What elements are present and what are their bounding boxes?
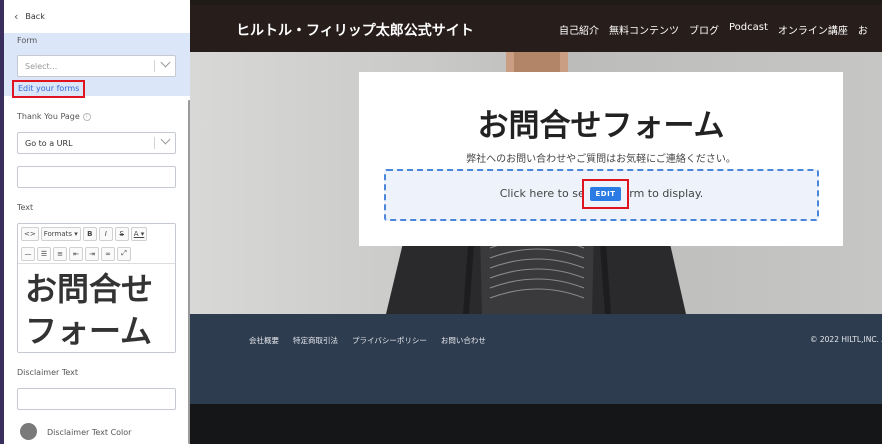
thank-you-page-select[interactable]: Go to a URL <box>17 132 176 154</box>
editor-panel: ‹ Back Form Select... Edit your forms Th… <box>0 0 190 444</box>
formats-label: Formats <box>43 230 73 238</box>
thank-you-page-label: Thank You Page i <box>17 112 91 121</box>
select-divider <box>154 60 155 72</box>
chevron-down-icon <box>160 57 171 68</box>
contact-title: お問合せフォーム <box>477 108 725 144</box>
site-header: ヒルトル・フィリップ太郎公式サイト 自己紹介 無料コンテンツ ブログ Podca… <box>190 5 882 52</box>
menu-item-about[interactable]: 自己紹介 <box>559 22 599 37</box>
url-input[interactable] <box>17 166 176 188</box>
editor-toolbar-row-2: — ☰ ≡ ⇤ ⇥ ∞ ⤢ <box>18 244 175 264</box>
form-select-placeholder: Select... <box>25 61 58 71</box>
menu-item-free-content[interactable]: 無料コンテンツ <box>609 22 679 37</box>
disclaimer-color-swatch[interactable] <box>20 423 37 440</box>
bullet-list-icon[interactable]: ☰ <box>37 246 51 261</box>
rich-text-editor[interactable]: <> Formats ▾ B I S A ▾ — ☰ ≡ ⇤ ⇥ ∞ ⤢ お問合せ… <box>17 223 176 353</box>
text-color-icon[interactable]: A ▾ <box>130 227 148 241</box>
source-code-icon[interactable]: <> <box>21 227 39 241</box>
editor-content-line-2: フォーム <box>25 312 153 350</box>
editor-content-line-1: お問合せ <box>25 270 154 308</box>
footer-link-company[interactable]: 会社概要 <box>249 335 279 346</box>
contact-subtitle: 弊社へのお問い合わせやご質問はお気軽にご連絡ください。 <box>466 154 736 165</box>
text-label: Text <box>17 203 34 212</box>
italic-icon[interactable]: I <box>98 227 113 241</box>
disclaimer-text-input[interactable] <box>17 388 176 410</box>
back-label: Back <box>25 12 45 21</box>
footer-links: 会社概要 特定商取引法 プライバシーポリシー お問い合わせ <box>249 335 486 346</box>
chevron-down-icon <box>160 134 171 145</box>
editor-toolbar-row-1: <> Formats ▾ B I S A ▾ <box>18 224 175 244</box>
chevron-left-icon: ‹ <box>14 10 19 23</box>
footer-link-contact[interactable]: お問い合わせ <box>441 335 486 346</box>
caret-down-icon: ▾ <box>74 230 78 238</box>
numbered-list-icon[interactable]: ≡ <box>53 246 67 261</box>
form-placeholder[interactable]: Click here to select a form to display. … <box>384 169 819 221</box>
site-menu: 自己紹介 無料コンテンツ ブログ Podcast オンライン講座 お <box>559 22 868 37</box>
strikethrough-icon[interactable]: S <box>114 227 129 241</box>
footer-copyright: © 2022 HILTL,INC. A <box>810 335 882 344</box>
edit-button-label: EDIT <box>589 187 622 201</box>
fullscreen-icon[interactable]: ⤢ <box>117 246 131 261</box>
edit-form-button[interactable]: EDIT <box>582 179 629 209</box>
menu-item-online-course[interactable]: オンライン講座 <box>778 22 848 37</box>
menu-item-contact[interactable]: お <box>858 22 868 37</box>
footer-link-commerce-law[interactable]: 特定商取引法 <box>293 335 338 346</box>
footer-link-privacy[interactable]: プライバシーポリシー <box>352 335 427 346</box>
bold-icon[interactable]: B <box>82 227 97 241</box>
select-divider <box>154 137 155 149</box>
editor-content[interactable]: お問合せ フォーム <box>18 264 175 352</box>
info-icon: i <box>82 112 91 121</box>
form-select[interactable]: Select... <box>17 55 176 77</box>
disclaimer-text-label: Disclaimer Text <box>17 368 79 377</box>
outdent-icon[interactable]: ⇤ <box>69 246 83 261</box>
formats-dropdown[interactable]: Formats ▾ <box>40 227 81 241</box>
menu-item-podcast[interactable]: Podcast <box>729 22 768 37</box>
site-footer: 会社概要 特定商取引法 プライバシーポリシー お問い合わせ © 2022 HIL… <box>190 314 882 404</box>
indent-icon[interactable]: ⇥ <box>85 246 99 261</box>
horizontal-rule-icon[interactable]: — <box>21 246 35 261</box>
thank-you-page-value: Go to a URL <box>25 138 73 148</box>
thank-you-page-label-text: Thank You Page <box>17 112 80 121</box>
edit-your-forms-link[interactable]: Edit your forms <box>12 80 86 98</box>
menu-item-blog[interactable]: ブログ <box>689 22 719 37</box>
contact-card: お問合せフォーム 弊社へのお問い合わせやご質問はお気軽にご連絡ください。 Cli… <box>359 72 843 246</box>
form-label: Form <box>17 36 38 45</box>
site-title[interactable]: ヒルトル・フィリップ太郎公式サイト <box>236 20 474 40</box>
disclaimer-text-color-label: Disclaimer Text Color <box>47 428 132 437</box>
back-button[interactable]: ‹ Back <box>4 0 190 33</box>
site-preview: ヒルトル・フィリップ太郎公式サイト 自己紹介 無料コンテンツ ブログ Podca… <box>190 0 882 444</box>
bottom-bar <box>190 404 882 444</box>
form-section: Form Select... Edit your forms <box>4 33 190 98</box>
link-icon[interactable]: ∞ <box>101 246 115 261</box>
